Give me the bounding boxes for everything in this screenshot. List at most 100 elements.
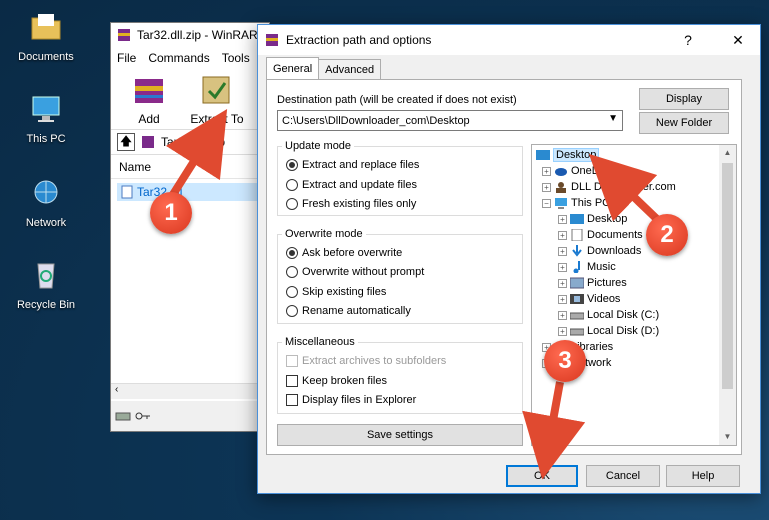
column-header-name[interactable]: Name xyxy=(111,155,269,179)
tree-item-local-disk-d[interactable]: + Local Disk (D:) xyxy=(558,323,659,339)
radio-button[interactable] xyxy=(286,179,298,191)
tree-item-this-pc[interactable]: − This PC xyxy=(542,195,610,211)
folder-icon xyxy=(31,14,61,40)
add-button[interactable]: Add xyxy=(119,73,179,126)
cancel-button[interactable]: Cancel xyxy=(586,465,660,487)
folder-tree[interactable]: Desktop + OneDrive + DLL Downloader.com − T… xyxy=(531,144,737,446)
expand-icon[interactable]: + xyxy=(558,246,567,256)
expand-icon[interactable]: + xyxy=(558,278,567,288)
checkbox xyxy=(286,355,298,367)
miscellaneous-group: Miscellaneous Extract archives to subfol… xyxy=(277,336,523,414)
extract-to-button[interactable]: Extract To xyxy=(187,73,247,126)
update-mode-title: Update mode xyxy=(282,140,355,152)
radio-extract-update[interactable]: Extract and update files xyxy=(286,179,417,191)
desktop-folder-icon xyxy=(570,214,584,224)
extraction-dialog: Extraction path and options ? ✕ General … xyxy=(257,24,761,494)
tree-item-local-disk-c[interactable]: + Local Disk (C:) xyxy=(558,307,659,323)
expand-icon[interactable]: + xyxy=(558,326,567,336)
expand-icon[interactable]: + xyxy=(558,230,567,240)
desktop-icon-label: Network xyxy=(25,217,67,229)
tree-item-pictures[interactable]: + Pictures xyxy=(558,275,627,291)
file-icon xyxy=(121,185,133,199)
checkbox-display-in-explorer[interactable]: Display files in Explorer xyxy=(286,394,416,406)
new-folder-button[interactable]: New Folder xyxy=(639,112,729,134)
checkbox-extract-subfolders: Extract archives to subfolders xyxy=(286,355,446,367)
tree-vertical-scrollbar[interactable]: ▲ ▼ xyxy=(719,145,736,445)
tree-item-videos[interactable]: + Videos xyxy=(558,291,620,307)
desktop-icon-documents[interactable]: Documents xyxy=(6,10,86,63)
documents-icon xyxy=(571,229,583,241)
expand-icon[interactable]: + xyxy=(542,166,551,176)
radio-button-checked[interactable] xyxy=(286,247,298,259)
save-settings-button[interactable]: Save settings xyxy=(277,424,523,446)
dialog-title: Extraction path and options xyxy=(286,33,432,47)
drive-icon xyxy=(115,412,131,421)
radio-ask-before-overwrite[interactable]: Ask before overwrite xyxy=(286,247,402,259)
destination-path-combo[interactable]: C:\Users\DllDownloader_com\Desktop ▼ xyxy=(277,110,623,131)
radio-rename-automatically[interactable]: Rename automatically xyxy=(286,305,411,317)
recycle-bin-icon xyxy=(37,263,55,289)
menu-commands[interactable]: Commands xyxy=(148,51,209,65)
option-label: Skip existing files xyxy=(302,286,387,298)
desktop-icon-network[interactable]: Network xyxy=(6,176,86,229)
radio-extract-replace[interactable]: Extract and replace files xyxy=(286,159,419,171)
menu-tools[interactable]: Tools xyxy=(222,51,250,65)
horizontal-scrollbar[interactable]: ‹ xyxy=(111,383,269,399)
tree-item-music[interactable]: + Music xyxy=(558,259,616,275)
tree-item-downloads[interactable]: + Downloads xyxy=(558,243,641,259)
tree-item-desktop[interactable]: Desktop xyxy=(536,147,600,163)
menu-file[interactable]: File xyxy=(117,51,136,65)
scroll-down-icon[interactable]: ▼ xyxy=(719,429,736,445)
expand-icon[interactable]: + xyxy=(558,262,567,272)
radio-button[interactable] xyxy=(286,198,298,210)
checkbox[interactable] xyxy=(286,394,298,406)
hard-drive-icon xyxy=(570,328,584,336)
cloud-icon xyxy=(555,168,567,176)
desktop-icon-label: This PC xyxy=(26,133,66,145)
tree-item-pc-desktop[interactable]: + Desktop xyxy=(558,211,627,227)
tree-item-documents[interactable]: + Documents xyxy=(558,227,643,243)
scroll-up-icon[interactable]: ▲ xyxy=(719,145,736,161)
tab-general[interactable]: General xyxy=(266,57,320,79)
expand-icon[interactable]: + xyxy=(542,182,551,192)
winrar-window: Tar32.dll.zip - WinRAR File Commands Too… xyxy=(110,22,270,432)
collapse-icon[interactable]: − xyxy=(542,198,551,208)
option-label: Keep broken files xyxy=(302,375,387,387)
winrar-path: Tar32.dll.zip xyxy=(161,135,226,149)
desktop-icon-recycle-bin[interactable]: Recycle Bin xyxy=(6,258,86,311)
option-label: Extract archives to subfolders xyxy=(302,355,447,367)
winrar-title: Tar32.dll.zip - WinRAR xyxy=(137,28,258,42)
help-title-button[interactable]: ? xyxy=(666,25,710,55)
file-row[interactable]: Tar32.dll xyxy=(117,183,263,201)
user-folder-icon xyxy=(556,182,566,193)
up-folder-button[interactable]: 🡅 xyxy=(117,133,135,151)
chevron-down-icon[interactable]: ▼ xyxy=(608,113,618,124)
destination-label: Destination path (will be created if doe… xyxy=(277,94,517,106)
tree-item-onedrive[interactable]: + OneDrive xyxy=(542,163,617,179)
option-label: Fresh existing files only xyxy=(302,198,417,210)
archive-extract-icon xyxy=(202,76,230,104)
expand-icon[interactable]: + xyxy=(558,310,567,320)
radio-button-checked[interactable] xyxy=(286,159,298,171)
step-marker-2: 2 xyxy=(646,214,688,256)
extract-to-button-label: Extract To xyxy=(190,112,244,126)
display-button[interactable]: Display xyxy=(639,88,729,110)
radio-button[interactable] xyxy=(286,305,298,317)
checkbox-keep-broken[interactable]: Keep broken files xyxy=(286,375,387,387)
close-button[interactable]: ✕ xyxy=(716,25,760,55)
radio-skip-existing[interactable]: Skip existing files xyxy=(286,286,386,298)
scroll-thumb[interactable] xyxy=(722,163,733,389)
desktop-icon-this-pc[interactable]: This PC xyxy=(6,92,86,145)
radio-overwrite-without-prompt[interactable]: Overwrite without prompt xyxy=(286,266,424,278)
help-button[interactable]: Help xyxy=(666,465,740,487)
radio-button[interactable] xyxy=(286,286,298,298)
expand-icon[interactable]: + xyxy=(558,214,567,224)
tree-item-dll-downloader[interactable]: + DLL Downloader.com xyxy=(542,179,676,195)
expand-icon[interactable]: + xyxy=(558,294,567,304)
radio-fresh-existing[interactable]: Fresh existing files only xyxy=(286,198,416,210)
miscellaneous-title: Miscellaneous xyxy=(282,336,358,348)
ok-button[interactable]: OK xyxy=(506,465,578,487)
checkbox[interactable] xyxy=(286,375,298,387)
tab-advanced[interactable]: Advanced xyxy=(318,59,382,79)
radio-button[interactable] xyxy=(286,266,298,278)
